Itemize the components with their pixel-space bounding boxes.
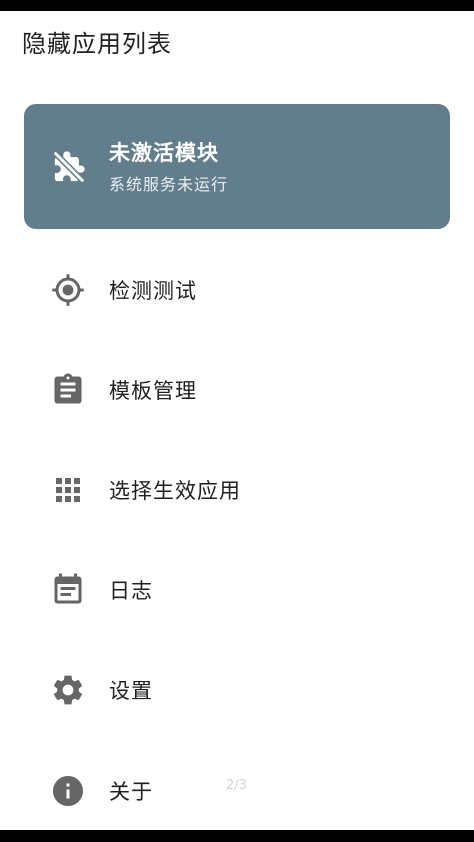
menu-item-detection-test[interactable]: 检测测试 — [24, 248, 450, 328]
clipboard-icon — [50, 372, 86, 408]
calendar-icon — [50, 572, 86, 608]
menu-item-label: 选择生效应用 — [109, 479, 241, 503]
menu-item-label: 日志 — [109, 579, 153, 603]
module-status-card[interactable]: 未激活模块 系统服务未运行 — [24, 104, 450, 229]
gps-target-icon — [50, 272, 86, 308]
menu-item-label: 设置 — [109, 679, 153, 703]
menu-item-template-management[interactable]: 模板管理 — [24, 348, 450, 428]
menu-item-logs[interactable]: 日志 — [24, 548, 450, 628]
menu-item-select-apps[interactable]: 选择生效应用 — [24, 448, 450, 528]
page-indicator: 2/3 — [226, 778, 247, 793]
navigation-bar — [0, 830, 474, 842]
extension-off-icon — [52, 150, 86, 184]
menu-item-label: 模板管理 — [109, 379, 197, 403]
apps-grid-icon — [50, 472, 86, 508]
info-icon — [50, 773, 86, 809]
page-title: 隐藏应用列表 — [22, 30, 172, 58]
module-status-subtitle: 系统服务未运行 — [109, 175, 229, 194]
gear-icon — [50, 672, 86, 708]
module-status-title: 未激活模块 — [109, 141, 219, 165]
menu-item-settings[interactable]: 设置 — [24, 648, 450, 728]
status-bar — [0, 0, 474, 11]
menu-item-label: 检测测试 — [109, 279, 197, 303]
menu-item-label: 关于 — [109, 780, 153, 804]
